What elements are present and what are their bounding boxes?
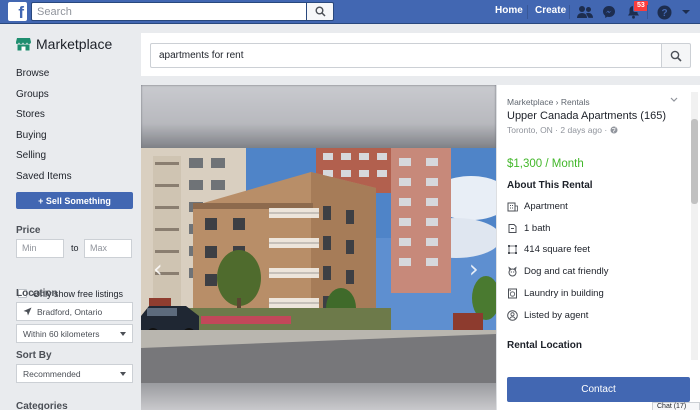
attribute-bath: 1 bath [507,223,550,234]
marketplace-search-button[interactable] [661,43,691,68]
attribute-label: Listed by agent [524,310,589,321]
nav-create-link[interactable]: Create [535,5,566,16]
photo-blur-bottom [141,383,496,410]
sidebar-item-stores[interactable]: Stores [16,109,45,120]
listing-breadcrumb[interactable]: Marketplace › Rentals [507,97,590,107]
attribute-pets: Dog and cat friendly [507,266,609,277]
marketplace-title: Marketplace [36,36,113,52]
chevron-down-icon [120,332,126,336]
top-bar: f Home Create 53 ? [0,0,700,24]
marketplace-search-input[interactable]: apartments for rent [150,43,662,68]
nav-separator [569,5,570,19]
sort-select[interactable]: Recommended [16,364,133,383]
marketplace-header[interactable]: Marketplace [16,36,112,52]
nav-separator [647,5,648,19]
facebook-logo-icon[interactable]: f [8,2,27,21]
attribute-label: 414 square feet [524,244,591,255]
radius-value: Within 60 kilometers [23,328,100,339]
messenger-icon[interactable] [600,3,618,21]
previous-photo-chevron-left-icon[interactable]: ‹ [153,255,163,283]
attribute-label: Dog and cat friendly [524,266,609,277]
price-to-label: to [71,243,79,253]
global-search-input[interactable] [32,3,306,20]
chat-tab[interactable]: Chat (17) [652,402,700,410]
rental-location-heading: Rental Location [507,340,583,351]
nav-separator [527,5,528,19]
listing-meta: Toronto, ON · 2 days ago · [507,125,618,135]
attribute-agent: Listed by agent [507,310,588,321]
sidebar-item-groups[interactable]: Groups [16,89,49,100]
attribute-laundry: Laundry in building [507,288,604,299]
pet-icon [507,266,518,277]
search-icon [670,50,682,62]
sidebar-item-selling[interactable]: Selling [16,150,46,161]
marketplace-store-icon [16,38,31,51]
search-icon [315,6,326,17]
bath-icon [507,223,518,234]
price-min-input[interactable]: Min [16,239,64,258]
chevron-down-icon[interactable] [670,97,678,103]
nav-home-link[interactable]: Home [495,5,523,16]
location-value: Bradford, Ontario [37,306,103,317]
location-heading: Location [16,288,58,299]
listing-price: $1,300 / Month [507,158,584,170]
listing-detail-panel: Marketplace › Rentals Upper Canada Apart… [496,85,700,410]
listing-location-time: Toronto, ON · 2 days ago · [507,125,608,135]
attribute-label: Laundry in building [524,288,604,299]
global-search-button[interactable] [307,2,334,21]
agent-icon [507,310,518,321]
friend-requests-icon[interactable] [576,3,594,21]
attribute-area: 414 square feet [507,244,590,255]
globe-icon [610,126,618,134]
building-icon [507,201,518,212]
sidebar-item-browse[interactable]: Browse [16,68,49,79]
location-arrow-icon [23,307,32,316]
sell-something-button[interactable]: + Sell Something [16,192,133,209]
laundry-icon [507,288,518,299]
location-field[interactable]: Bradford, Ontario [16,302,133,321]
marketplace-sidebar: Marketplace Browse Groups Stores Buying … [0,25,141,410]
listing-photo[interactable]: ‹ › [141,85,496,410]
help-icon[interactable]: ? [655,3,673,21]
categories-heading: Categories [16,401,68,410]
price-heading: Price [16,225,41,236]
attribute-apartment: Apartment [507,201,568,212]
price-max-input[interactable]: Max [84,239,132,258]
sort-value: Recommended [23,368,81,379]
attribute-label: 1 bath [524,223,551,234]
next-photo-chevron-right-icon[interactable]: › [469,255,479,283]
chevron-down-icon [120,372,126,376]
apartment-building-photo [141,148,496,383]
radius-select[interactable]: Within 60 kilometers [16,324,133,343]
account-menu-chevron-down-icon[interactable] [677,3,695,21]
listing-title: Upper Canada Apartments (165) [507,110,666,122]
sort-heading: Sort By [16,350,52,361]
photo-blur-top [141,85,496,149]
attribute-label: Apartment [524,201,568,212]
sidebar-item-buying[interactable]: Buying [16,130,47,141]
svg-text:?: ? [661,8,667,19]
area-icon [507,244,518,255]
contact-button[interactable]: Contact [507,377,690,402]
about-rental-heading: About This Rental [507,180,593,191]
sidebar-item-saved-items[interactable]: Saved Items [16,171,72,182]
detail-scrollbar-thumb[interactable] [691,119,698,204]
global-search-box[interactable] [31,2,307,21]
